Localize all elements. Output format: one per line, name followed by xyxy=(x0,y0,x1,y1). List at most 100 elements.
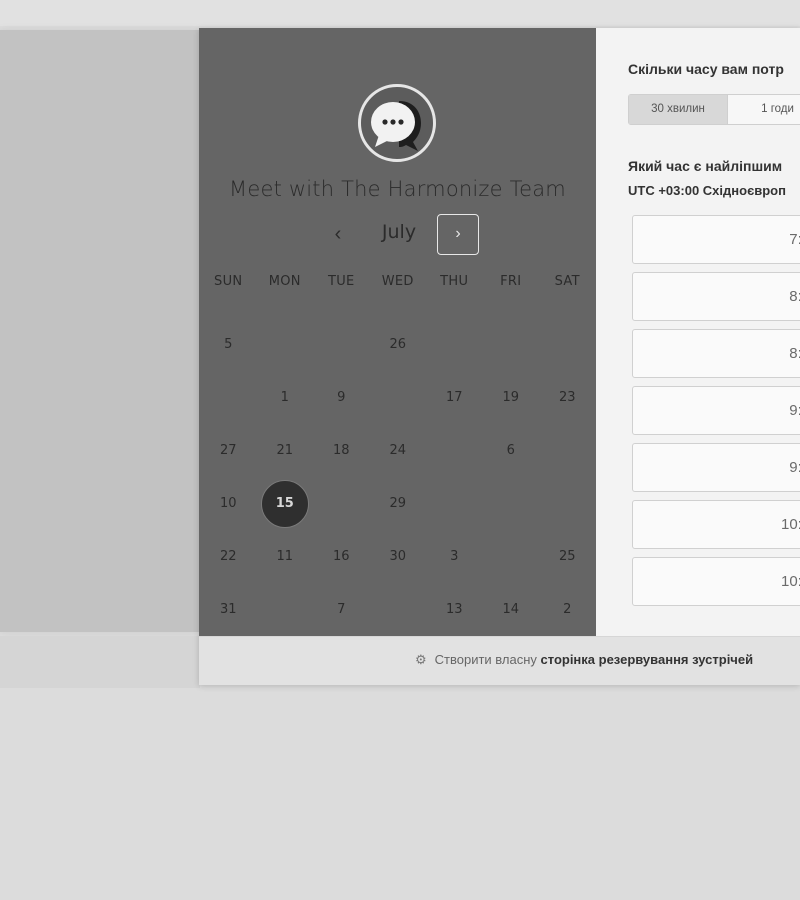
calendar-day[interactable]: 17 xyxy=(426,371,483,424)
calendar-day[interactable]: 9 xyxy=(313,371,370,424)
calendar-day-number xyxy=(487,321,535,369)
calendar-day-number: 6 xyxy=(506,443,515,458)
time-slot-label: 9:30 p xyxy=(789,459,800,476)
calendar-day[interactable]: 23 xyxy=(539,371,596,424)
calendar-day-empty xyxy=(539,424,596,477)
team-avatar xyxy=(358,84,436,162)
calendar-day-empty xyxy=(539,477,596,530)
time-slot-label: 9:00 p xyxy=(789,402,800,419)
prev-month-button[interactable]: ‹ xyxy=(323,215,353,255)
calendar-week-row: 5 26 xyxy=(199,318,596,371)
calendar-day[interactable]: 24 xyxy=(370,424,427,477)
calendar-week-row: 31 7 13 14 2 xyxy=(199,583,596,636)
weekday-header: SUN MON TUE WED THU FRI SAT xyxy=(199,274,596,302)
calendar-day-number: 27 xyxy=(219,443,237,458)
calendar-day-number: 30 xyxy=(389,549,407,564)
time-slot[interactable]: 9:30 p xyxy=(632,443,800,492)
calendar-day-number: 19 xyxy=(502,390,520,405)
calendar-day-empty xyxy=(483,477,540,530)
duration-option-1hour[interactable]: 1 годи xyxy=(728,95,800,124)
time-slot[interactable]: 10:00 p xyxy=(632,500,800,549)
calendar-day[interactable]: 25 xyxy=(539,530,596,583)
calendar-day[interactable]: 2 xyxy=(539,583,596,636)
calendar-week-row: 1 9 17 19 23 xyxy=(199,371,596,424)
calendar-day-number: 2 xyxy=(563,602,572,617)
calendar-day-empty xyxy=(257,318,314,371)
calendar-day-number: 13 xyxy=(445,602,463,617)
calendar-grid: SUN MON TUE WED THU FRI SAT xyxy=(199,274,596,302)
weekday-fri: FRI xyxy=(500,274,522,289)
calendar-day-number: 15 xyxy=(260,479,309,528)
calendar-day[interactable]: 31 xyxy=(200,583,257,636)
calendar-day[interactable]: 11 xyxy=(257,530,314,583)
time-slot[interactable]: 9:00 p xyxy=(632,386,800,435)
next-month-button[interactable]: › xyxy=(437,214,479,255)
weekday-sun: SUN xyxy=(214,274,243,289)
calendar-day-number: 25 xyxy=(558,549,576,564)
calendar-day-number: 16 xyxy=(332,549,350,564)
weekday-wed: WED xyxy=(381,274,414,289)
hubspot-sprocket-icon: ⚙ xyxy=(415,652,427,667)
time-slot[interactable]: 8:30 p xyxy=(632,329,800,378)
calendar-day[interactable]: 3 xyxy=(426,530,483,583)
calendar-day-number: 17 xyxy=(445,390,463,405)
calendar-day-number xyxy=(317,480,365,528)
time-slot-list: 7:30 p 8:00 p 8:30 p 9:00 p 9:30 p 10:00… xyxy=(632,215,800,614)
calendar-day-number: 9 xyxy=(337,390,346,405)
calendar-day[interactable]: 22 xyxy=(200,530,257,583)
weekday-mon: MON xyxy=(268,274,301,289)
calendar-day-number xyxy=(374,374,422,422)
calendar-day-number xyxy=(543,321,591,369)
calendar-day-number: 10 xyxy=(219,496,237,511)
calendar-day-empty xyxy=(483,318,540,371)
calendar-day-number: 3 xyxy=(450,549,459,564)
duration-toggle: 30 хвилин 1 годи xyxy=(628,94,800,125)
calendar-day-number: 5 xyxy=(224,337,233,352)
calendar-week-row: 27 21 18 24 6 xyxy=(199,424,596,477)
calendar-panel: Meet with The Harmonize Team ‹ July › SU… xyxy=(199,28,596,636)
calendar-day-empty xyxy=(483,530,540,583)
calendar-day-number: 21 xyxy=(276,443,294,458)
month-navigation: ‹ July › xyxy=(199,214,596,256)
weekday-sat: SAT xyxy=(554,274,580,289)
calendar-day-selected[interactable]: 15 xyxy=(257,477,314,530)
calendar-day-empty xyxy=(313,318,370,371)
calendar-day-empty xyxy=(426,318,483,371)
calendar-day-number xyxy=(487,533,535,581)
calendar-day-number xyxy=(430,480,478,528)
calendar-day[interactable]: 21 xyxy=(257,424,314,477)
calendar-day-number xyxy=(317,321,365,369)
calendar-day[interactable]: 18 xyxy=(313,424,370,477)
calendar-day-number: 1 xyxy=(280,390,289,405)
calendar-day[interactable]: 29 xyxy=(370,477,427,530)
time-slot[interactable]: 10:30 p xyxy=(632,557,800,606)
create-booking-page-link[interactable]: ⚙ Створити власну сторінка резервування … xyxy=(415,652,753,668)
calendar-day[interactable]: 6 xyxy=(483,424,540,477)
calendar-day[interactable]: 1 xyxy=(257,371,314,424)
calendar-day-empty xyxy=(426,477,483,530)
calendar-day[interactable]: 10 xyxy=(200,477,257,530)
time-slot[interactable]: 7:30 p xyxy=(632,215,800,264)
calendar-day[interactable]: 13 xyxy=(426,583,483,636)
time-slot[interactable]: 8:00 p xyxy=(632,272,800,321)
calendar-day[interactable]: 30 xyxy=(370,530,427,583)
calendar-day[interactable]: 5 xyxy=(200,318,257,371)
weekday-thu: THU xyxy=(440,274,469,289)
calendar-day[interactable]: 27 xyxy=(200,424,257,477)
calendar-day-empty xyxy=(539,318,596,371)
calendar-day-number: 24 xyxy=(389,443,407,458)
calendar-day-number: 18 xyxy=(332,443,350,458)
time-question: Який час є найліпшим xyxy=(628,158,783,174)
calendar-day[interactable]: 19 xyxy=(483,371,540,424)
duration-option-30min[interactable]: 30 хвилин xyxy=(629,95,729,124)
timezone-line[interactable]: UTC +03:00 Східноєвроп xyxy=(628,183,786,198)
calendar-day[interactable]: 26 xyxy=(370,318,427,371)
calendar-day-number xyxy=(543,427,591,475)
calendar-day[interactable]: 7 xyxy=(313,583,370,636)
calendar-day[interactable]: 16 xyxy=(313,530,370,583)
calendar-day[interactable]: 14 xyxy=(483,583,540,636)
time-slot-label: 8:30 p xyxy=(789,345,800,362)
time-slot-label: 10:00 p xyxy=(781,516,800,533)
calendar-day-number xyxy=(543,480,591,528)
calendar-week-row: 10 15 29 xyxy=(199,477,596,530)
